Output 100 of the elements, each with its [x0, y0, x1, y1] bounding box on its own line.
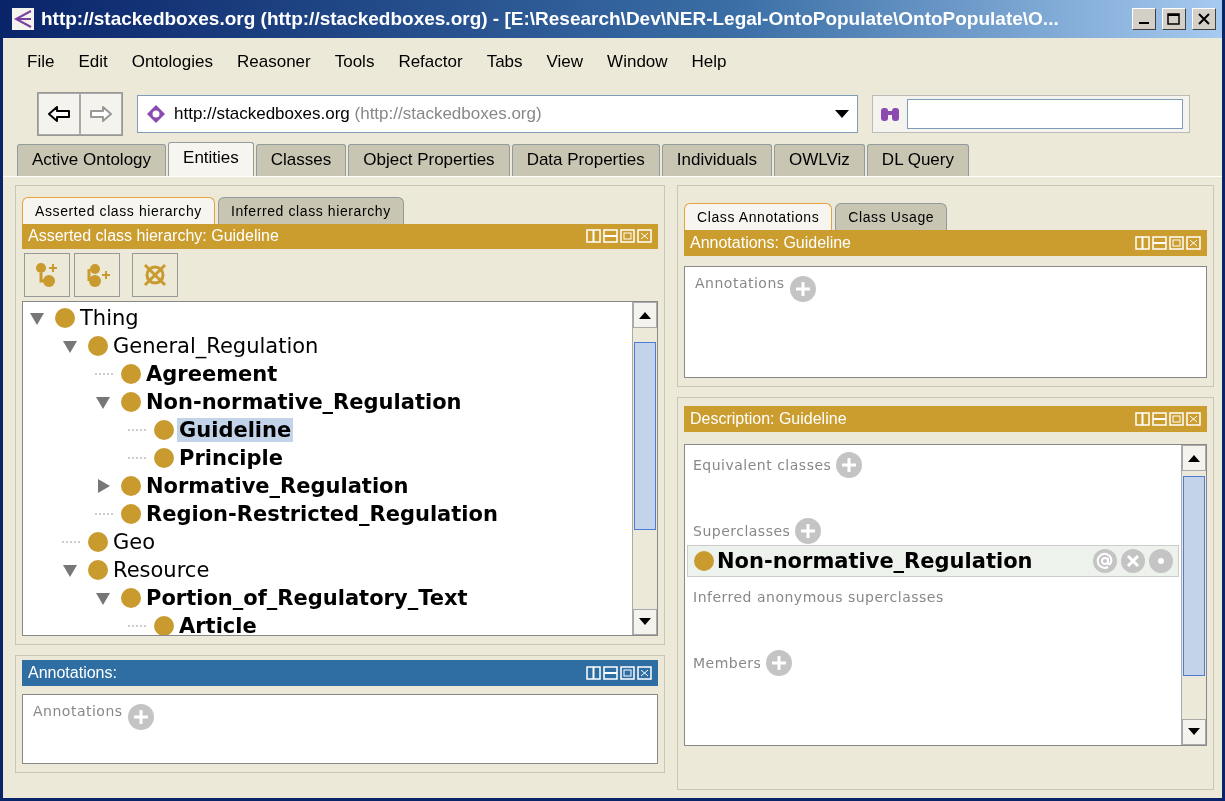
scroll-up-button[interactable]	[1182, 445, 1206, 471]
tree-item[interactable]: Geo	[111, 530, 158, 555]
minimize-button[interactable]	[1132, 8, 1156, 30]
menu-item[interactable]: Help	[679, 52, 739, 72]
class-icon	[154, 420, 174, 441]
class-icon	[154, 448, 174, 469]
menu-item[interactable]: Reasoner	[225, 52, 323, 72]
expanded-arrow-icon[interactable]	[29, 310, 45, 327]
view-tab[interactable]: Asserted class hierarchy	[22, 196, 215, 224]
tree-item[interactable]: General_Regulation	[111, 334, 321, 359]
section-label: Equivalent classes	[693, 457, 832, 473]
view-controls-icon	[1135, 236, 1201, 250]
collapsed-arrow-icon[interactable]	[95, 478, 111, 495]
tab[interactable]: DL Query	[866, 144, 969, 176]
scroll-down-button[interactable]	[633, 609, 657, 635]
tree-item[interactable]: Portion_of_Regulatory_Text	[144, 586, 470, 611]
expanded-arrow-icon[interactable]	[95, 590, 111, 607]
add-sibling-button[interactable]	[74, 253, 120, 298]
scrollbar-thumb[interactable]	[1183, 475, 1205, 677]
class-icon	[55, 308, 75, 329]
tree-item[interactable]: Article	[177, 614, 259, 635]
scroll-down-button[interactable]	[1182, 719, 1206, 745]
menu-item[interactable]: View	[534, 52, 596, 72]
add-icon[interactable]	[788, 275, 817, 303]
menu-item[interactable]: Edit	[66, 52, 120, 72]
add-icon[interactable]	[126, 703, 155, 731]
tab[interactable]: Entities	[168, 142, 254, 176]
view-controls-icon	[1135, 412, 1201, 426]
class-icon	[121, 476, 141, 497]
window-title: http://stackedboxes.org (http://stackedboxes.org) - [E:\Research\Dev\NER-Legal-OntoPopulate\OntoPopulate\O...	[41, 8, 1060, 30]
superclass-row[interactable]: Non-normative_Regulation	[687, 545, 1179, 577]
section-label: Annotations	[695, 275, 785, 291]
panel-title: Annotations:	[28, 664, 118, 682]
delete-class-button[interactable]	[132, 253, 178, 298]
ontology-dropdown[interactable]: http://stackedboxes.org (http://stackedboxes.org)	[137, 95, 858, 133]
view-tab[interactable]: Class Usage	[835, 203, 948, 230]
close-icon	[1198, 13, 1210, 25]
class-icon	[154, 616, 174, 635]
menu-item[interactable]: Refactor	[386, 52, 475, 72]
expanded-arrow-icon[interactable]	[62, 562, 78, 579]
tab[interactable]: Individuals	[661, 144, 773, 176]
app-icon	[11, 7, 35, 31]
diamond-icon	[146, 104, 166, 124]
expanded-arrow-icon[interactable]	[62, 338, 78, 355]
tree-item[interactable]: Non-normative_Regulation	[144, 390, 464, 415]
forward-arrow-icon	[89, 105, 113, 123]
view-controls-icon	[586, 666, 652, 680]
menu-item[interactable]: Tools	[322, 52, 387, 72]
menu-item[interactable]: Window	[595, 52, 680, 72]
class-icon	[88, 560, 108, 581]
tree-line	[95, 373, 115, 376]
add-icon[interactable]	[794, 517, 823, 545]
tree-line	[128, 429, 148, 432]
tree-item[interactable]: Agreement	[144, 362, 280, 387]
search-field[interactable]	[907, 99, 1183, 129]
tree-item[interactable]: Normative_Regulation	[144, 474, 411, 499]
close-button[interactable]	[1192, 8, 1216, 30]
annotate-icon[interactable]	[1092, 548, 1118, 574]
tab[interactable]: Classes	[255, 144, 347, 176]
view-tab[interactable]: Inferred class hierarchy	[217, 196, 404, 224]
down-arrow-icon	[1188, 728, 1200, 736]
expanded-arrow-icon[interactable]	[95, 394, 111, 411]
tree-item[interactable]: Resource	[111, 558, 212, 583]
tab[interactable]: Object Properties	[348, 144, 510, 176]
back-arrow-icon	[47, 105, 71, 123]
binoculars-icon	[879, 105, 901, 123]
delete-icon[interactable]	[1120, 548, 1146, 574]
menu-item[interactable]: File	[15, 52, 67, 72]
tree-item[interactable]: Guideline	[177, 418, 294, 443]
maximize-icon	[1167, 13, 1181, 25]
tree-item[interactable]: Thing	[78, 306, 141, 331]
dropdown-arrow-icon	[835, 110, 849, 118]
panel-title: Asserted class hierarchy: Guideline	[28, 227, 280, 246]
tab[interactable]: Data Properties	[511, 144, 660, 176]
maximize-button[interactable]	[1162, 8, 1186, 30]
add-subclass-button[interactable]	[24, 253, 70, 298]
class-icon	[121, 392, 141, 413]
scroll-up-button[interactable]	[633, 302, 657, 329]
tree-item[interactable]: Principle	[177, 446, 285, 471]
section-label: Superclasses	[693, 523, 791, 539]
add-icon[interactable]	[835, 451, 864, 479]
menu-item[interactable]: Ontologies	[119, 52, 225, 72]
scrollbar-thumb[interactable]	[634, 342, 656, 530]
menu-item[interactable]: Tabs	[474, 52, 535, 72]
tree-item[interactable]: Region-Restricted_Regulation	[144, 502, 500, 527]
back-button[interactable]	[38, 93, 80, 135]
class-icon	[694, 551, 714, 571]
view-tab[interactable]: Class Annotations	[684, 203, 833, 230]
panel-title: Annotations: Guideline	[690, 234, 852, 252]
add-icon[interactable]	[765, 649, 794, 677]
tree-line	[95, 513, 115, 516]
tab[interactable]: OWLViz	[774, 144, 865, 176]
class-icon	[88, 336, 108, 357]
tab[interactable]: Active Ontology	[17, 144, 167, 176]
info-icon[interactable]	[1148, 548, 1174, 574]
class-icon	[121, 504, 141, 525]
view-controls-icon	[586, 229, 652, 244]
tree-line	[128, 625, 148, 628]
class-icon	[121, 588, 141, 609]
tree-line	[128, 457, 148, 460]
